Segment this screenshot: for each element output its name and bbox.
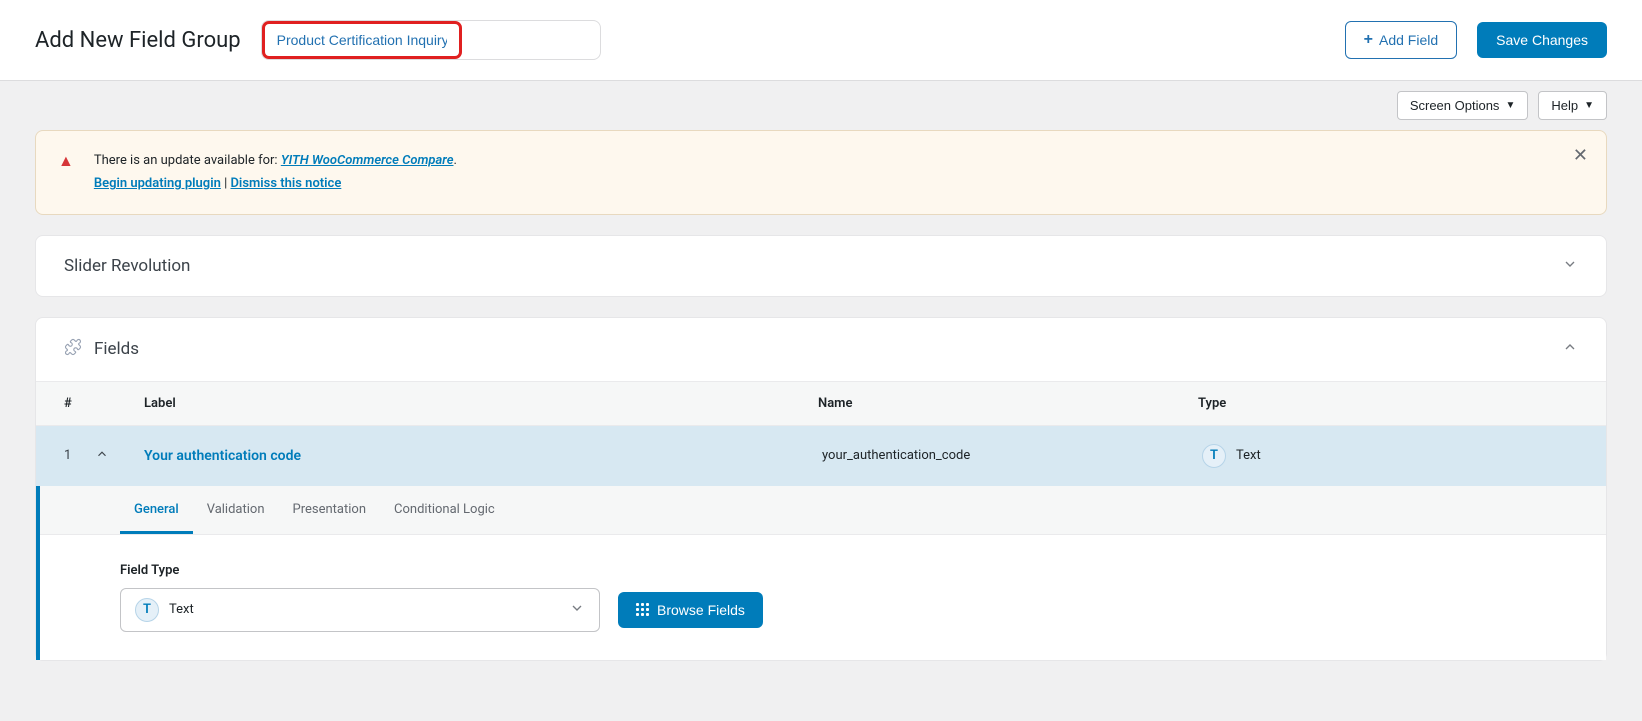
warning-icon: ▲ xyxy=(58,151,74,171)
grid-icon xyxy=(636,603,649,616)
plugin-link[interactable]: YITH WooCommerce Compare xyxy=(281,153,454,168)
type-label: Text xyxy=(1236,448,1261,463)
dismiss-notice-link[interactable]: Dismiss this notice xyxy=(230,176,341,191)
tab-validation[interactable]: Validation xyxy=(193,486,279,534)
chevron-down-icon xyxy=(1562,256,1578,276)
notice-body: There is an update available for: YITH W… xyxy=(94,149,1584,196)
col-header-num: # xyxy=(64,396,144,411)
type-badge-icon: T xyxy=(135,598,159,622)
add-field-label: Add Field xyxy=(1379,32,1438,48)
tab-conditional-logic[interactable]: Conditional Logic xyxy=(380,486,509,534)
save-changes-button[interactable]: Save Changes xyxy=(1477,22,1607,58)
screen-options-label: Screen Options xyxy=(1410,98,1500,113)
field-type-row: T Text Browse Fields xyxy=(120,588,1606,632)
notice-suffix: . xyxy=(453,153,456,168)
notice-prefix: There is an update available for: xyxy=(94,153,281,168)
field-row[interactable]: 1 Your authentication code your_authenti… xyxy=(36,426,1606,486)
dismiss-notice-button[interactable]: ✕ xyxy=(1573,145,1588,166)
begin-update-link[interactable]: Begin updating plugin xyxy=(94,176,221,191)
chevron-down-icon xyxy=(569,600,585,620)
field-row-type: T Text xyxy=(1202,444,1582,468)
add-field-button[interactable]: + Add Field xyxy=(1345,21,1458,59)
browse-fields-label: Browse Fields xyxy=(657,602,745,618)
field-row-name: your_authentication_code xyxy=(822,448,1202,463)
triangle-down-icon: ▼ xyxy=(1584,100,1594,111)
help-button[interactable]: Help ▼ xyxy=(1538,91,1607,120)
browse-fields-button[interactable]: Browse Fields xyxy=(618,592,763,628)
plus-icon: + xyxy=(1364,31,1373,49)
field-row-num: 1 xyxy=(64,447,144,465)
fields-panel: Fields # Label Name Type 1 Your authenti… xyxy=(35,317,1607,661)
field-type-value: Text xyxy=(169,602,194,617)
col-header-label: Label xyxy=(144,396,818,411)
row-collapse-toggle[interactable] xyxy=(95,447,109,465)
field-row-label[interactable]: Your authentication code xyxy=(144,448,822,464)
fields-title-text: Fields xyxy=(94,339,139,359)
title-input-wrapper xyxy=(261,20,601,60)
slider-revolution-panel: Slider Revolution xyxy=(35,235,1607,297)
content-area: ▲ There is an update available for: YITH… xyxy=(0,130,1642,721)
page-title: Add New Field Group xyxy=(35,28,241,53)
tab-presentation[interactable]: Presentation xyxy=(279,486,381,534)
fields-panel-header[interactable]: Fields xyxy=(36,318,1606,381)
type-badge-icon: T xyxy=(1202,444,1226,468)
triangle-down-icon: ▼ xyxy=(1505,100,1515,111)
update-notice: ▲ There is an update available for: YITH… xyxy=(35,130,1607,215)
col-header-name: Name xyxy=(818,396,1198,411)
editor-tabs: General Validation Presentation Conditio… xyxy=(40,486,1606,535)
screen-options-button[interactable]: Screen Options ▼ xyxy=(1397,91,1529,120)
field-group-title-input[interactable] xyxy=(262,21,462,59)
chevron-up-icon xyxy=(1562,339,1578,359)
field-editor: General Validation Presentation Conditio… xyxy=(36,486,1606,660)
editor-body: Field Type T Text Browse Fields xyxy=(40,535,1606,660)
help-label: Help xyxy=(1551,98,1578,113)
puzzle-icon xyxy=(64,338,82,361)
meta-bar: Screen Options ▼ Help ▼ xyxy=(0,81,1642,130)
slider-revolution-title: Slider Revolution xyxy=(64,256,190,276)
close-icon: ✕ xyxy=(1573,145,1588,165)
col-header-type: Type xyxy=(1198,396,1578,411)
fields-panel-title: Fields xyxy=(64,338,139,361)
row-number: 1 xyxy=(64,448,71,463)
slider-revolution-header[interactable]: Slider Revolution xyxy=(36,236,1606,296)
header-bar: Add New Field Group + Add Field Save Cha… xyxy=(0,0,1642,81)
fields-table-header: # Label Name Type xyxy=(36,381,1606,426)
field-type-select[interactable]: T Text xyxy=(120,588,600,632)
field-type-label: Field Type xyxy=(120,563,1606,578)
tab-general[interactable]: General xyxy=(120,486,193,534)
